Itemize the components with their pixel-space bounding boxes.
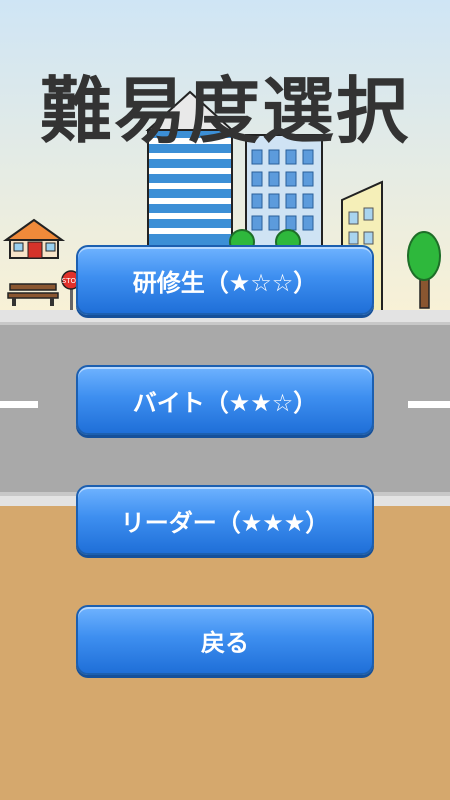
- difficulty-leader-button[interactable]: リーダー（★★★）: [76, 485, 374, 555]
- back-label: 戻る: [201, 628, 249, 657]
- difficulty-trainee-label: 研修生（★☆☆）: [132, 268, 318, 297]
- difficulty-trainee-button[interactable]: 研修生（★☆☆）: [76, 245, 374, 315]
- lane-marking-right: [408, 401, 450, 408]
- difficulty-parttime-button[interactable]: バイト（★★☆）: [76, 365, 374, 435]
- difficulty-leader-label: リーダー（★★★）: [120, 508, 330, 537]
- screen-title: 難易度選択: [39, 69, 410, 153]
- back-button[interactable]: 戻る: [76, 605, 374, 675]
- difficulty-parttime-label: バイト（★★☆）: [132, 388, 318, 417]
- lane-marking-left: [0, 401, 38, 408]
